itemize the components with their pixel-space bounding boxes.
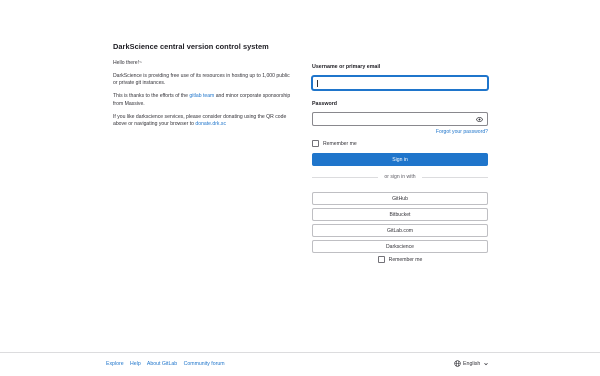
page-title: DarkScience central version control syst… (113, 42, 269, 51)
provider-button-darkscience[interactable]: Darkscience (312, 240, 488, 253)
divider-line (421, 176, 488, 178)
forgot-password-link[interactable]: Forgot your password? (312, 129, 488, 136)
remember-me-checkbox-oauth[interactable]: Remember me (312, 256, 488, 263)
text-caret (317, 80, 318, 87)
username-label: Username or primary email (312, 64, 381, 70)
provider-button-github[interactable]: GitHub (312, 192, 488, 205)
login-form: Username or primary email Password Forgo… (312, 64, 488, 263)
greeting-text: Hello there!~ (113, 60, 143, 66)
intro-text: This is thanks to the efforts of the (113, 93, 190, 100)
password-label: Password (312, 101, 338, 107)
password-input[interactable] (312, 112, 488, 126)
intro-paragraph-2: This is thanks to the efforts of the git… (113, 93, 293, 108)
username-input[interactable] (312, 76, 488, 90)
checkbox-box[interactable] (312, 140, 319, 147)
intro-paragraph-3: If you like darkscience services, please… (113, 114, 293, 129)
intro-panel: DarkScience central version control syst… (113, 42, 293, 134)
provider-button-gitlab[interactable]: GitLab.com (312, 224, 488, 237)
footer-link-forum[interactable]: Community forum (184, 361, 225, 367)
gitlab-team-link[interactable]: gitlab team (189, 93, 214, 99)
remember-me-label: Remember me (323, 140, 357, 147)
provider-button-bitbucket[interactable]: Bitbucket (312, 208, 488, 221)
language-selector[interactable]: English (454, 360, 489, 367)
divider-line (312, 176, 379, 178)
donate-link[interactable]: donate.drk.sc (195, 121, 226, 127)
divider-label: or sign in with (384, 174, 416, 180)
footer: Explore Help About GitLab Community foru… (0, 352, 600, 376)
sign-in-divider: or sign in with (312, 171, 488, 183)
chevron-down-icon (484, 362, 489, 365)
footer-link-help[interactable]: Help (130, 361, 141, 367)
footer-link-about[interactable]: About GitLab (147, 361, 177, 367)
sign-in-button[interactable]: Sign in (312, 153, 488, 166)
remember-me-label: Remember me (388, 256, 423, 263)
eye-icon[interactable] (475, 115, 484, 124)
language-label: English (463, 360, 481, 367)
footer-link-explore[interactable]: Explore (106, 361, 124, 367)
remember-me-checkbox[interactable]: Remember me (312, 140, 488, 147)
checkbox-box[interactable] (377, 256, 385, 263)
footer-links: Explore Help About GitLab Community foru… (106, 361, 230, 367)
globe-icon (454, 360, 461, 367)
intro-paragraph-1: DarkScience is providing free use of its… (113, 72, 290, 87)
